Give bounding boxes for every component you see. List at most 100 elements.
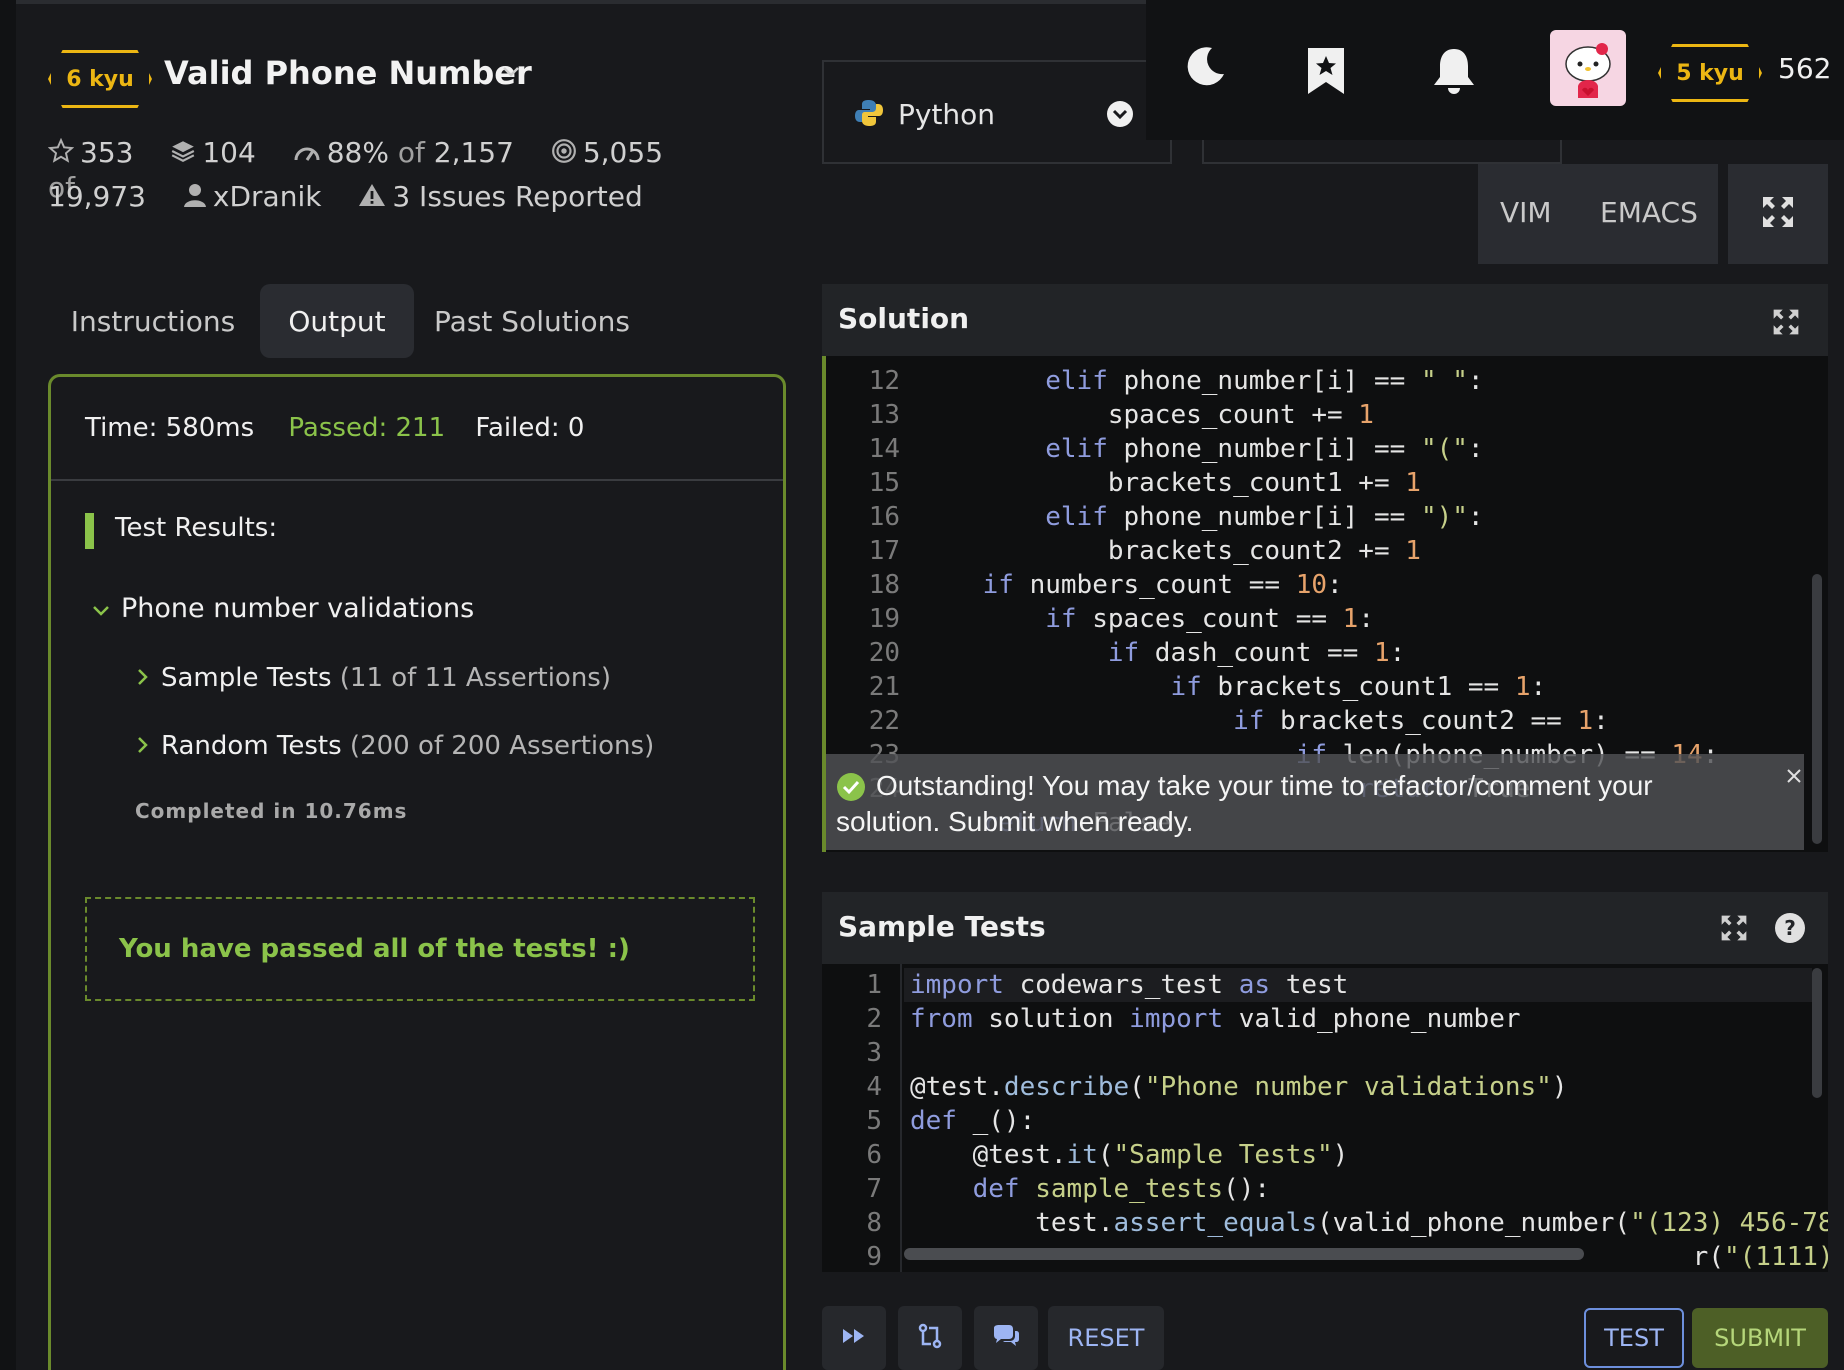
line-number: 13 [868,400,900,430]
sample-tests-hscrollbar[interactable] [904,1248,1584,1260]
comments-icon [992,1324,1020,1352]
solution-panel: Solution 12 13 14 15 16 17 18 19 20 21 2… [822,284,1828,852]
kata-stats-row2: 19,973 xDranik 3 Issues Reported [48,180,643,215]
line-number: 15 [868,468,900,498]
collections-count: 104 [202,136,256,169]
solution-gutter: 12 13 14 15 16 17 18 19 20 21 22 23 24 [830,364,900,806]
bookmark-icon[interactable] [1306,46,1346,100]
reset-button[interactable]: RESET [1048,1306,1164,1370]
vim-mode-button[interactable]: VIM [1500,196,1552,229]
chevron-right-icon[interactable] [135,667,151,691]
submit-button[interactable]: SUBMIT [1692,1308,1828,1368]
completed-count: 5,055 [582,136,664,169]
sample-tests-count: (11 of 11 Assertions) [339,663,611,693]
collections-icon [170,138,196,171]
chevron-down-icon[interactable] [91,601,111,625]
line-number: 20 [868,638,900,668]
chevron-down-icon[interactable] [500,60,522,86]
reset-label: RESET [1067,1324,1145,1352]
sample-tests-panel: Sample Tests ? 1 2 3 4 5 6 7 8 9 import … [822,892,1828,1272]
line-number: 8 [866,1208,882,1238]
line-number: 5 [866,1106,882,1136]
skip-button[interactable] [822,1306,886,1370]
kata-rank-label: 6 kyu [66,66,134,92]
success-banner: Outstanding! You may take your time to r… [826,754,1804,850]
expand-icon[interactable] [1772,308,1800,340]
honor-count: 562 [1778,52,1832,85]
tab-output[interactable]: Output [260,284,414,358]
close-icon[interactable] [1786,768,1802,788]
chevron-right-icon[interactable] [135,735,151,759]
test-results-heading: Test Results: [115,513,278,543]
python-icon [854,98,884,132]
tab-output-label: Output [288,304,386,338]
passed-all-message: You have passed all of the tests! :) [119,934,630,964]
fast-forward-icon [842,1327,866,1349]
kata-rank-badge: 6 kyu [48,50,152,108]
user-icon [183,182,207,215]
submit-label: SUBMIT [1714,1324,1806,1352]
svg-text:?: ? [1784,916,1796,940]
discuss-button[interactable] [974,1306,1038,1370]
bell-icon[interactable] [1430,46,1478,100]
success-line1: Outstanding! You may take your time to r… [876,770,1653,801]
tab-instructions[interactable]: Instructions [60,284,246,358]
random-tests-item[interactable]: Random Tests (200 of 200 Assertions) [161,731,654,761]
author-link[interactable]: xDranik [213,180,322,213]
line-number: 1 [866,970,882,1000]
language-selector[interactable]: Python [822,60,1172,164]
sample-tests-code[interactable]: import codewars_test as test from soluti… [910,968,1828,1272]
left-sidebar-strip [0,0,16,1370]
satisfaction-rating: 88% [326,136,389,169]
stars-count: 353 [80,136,134,169]
user-rank-badge: 5 kyu [1658,44,1762,102]
sample-tests-title: Sample Tests [838,910,1046,943]
expand-icon [1761,195,1795,233]
sample-tests-vscrollbar[interactable] [1812,968,1822,1098]
line-number: 12 [868,366,900,396]
solution-header [822,284,1828,356]
sample-tests-label: Sample Tests [161,663,332,693]
user-rank-label: 5 kyu [1676,60,1744,86]
line-number: 14 [868,434,900,464]
test-results-marker [85,513,94,549]
solution-title: Solution [838,302,970,335]
test-label: TEST [1604,1324,1664,1352]
gutter-divider [900,964,902,1272]
issues-link[interactable]: 3 Issues Reported [392,180,642,213]
kata-title[interactable]: Valid Phone Number [164,54,532,92]
line-number: 16 [868,502,900,532]
fullscreen-button[interactable] [1728,164,1828,264]
language-label: Python [898,98,996,131]
target-icon [551,138,577,171]
sample-tests-gutter: 1 2 3 4 5 6 7 8 9 [830,968,882,1272]
chevron-down-circle-icon [1106,100,1134,132]
tab-instructions-label: Instructions [70,304,236,338]
passed-label: Passed: 211 [288,413,446,443]
satisfaction-votes: 2,157 [433,136,514,169]
output-summary: Time: 580ms Passed: 211 Failed: 0 [85,413,584,443]
test-button[interactable]: TEST [1584,1308,1684,1368]
line-number: 22 [868,706,900,736]
tab-past-solutions[interactable]: Past Solutions [432,284,632,358]
emacs-mode-button[interactable]: EMACS [1600,196,1698,229]
help-icon[interactable]: ? [1774,912,1806,948]
line-number: 9 [866,1242,882,1272]
moon-icon[interactable] [1184,44,1228,92]
satisfaction-icon [293,138,321,171]
passed-all-box: You have passed all of the tests! :) [85,897,755,1001]
completed-in-label: Completed in 10.76ms [135,799,408,823]
solution-scrollbar[interactable] [1812,574,1822,844]
sample-tests-item[interactable]: Sample Tests (11 of 11 Assertions) [161,663,611,693]
success-message: Outstanding! You may take your time to r… [836,768,1776,840]
git-compare-icon [917,1323,943,1353]
star-icon[interactable] [47,137,75,171]
avatar[interactable] [1550,30,1626,106]
line-number: 3 [866,1038,882,1068]
line-number: 18 [868,570,900,600]
time-label: Time: 580ms [85,413,255,443]
expand-icon[interactable] [1720,914,1748,946]
random-tests-label: Random Tests [161,731,342,761]
diff-button[interactable] [898,1306,962,1370]
test-group-title[interactable]: Phone number validations [121,593,474,624]
